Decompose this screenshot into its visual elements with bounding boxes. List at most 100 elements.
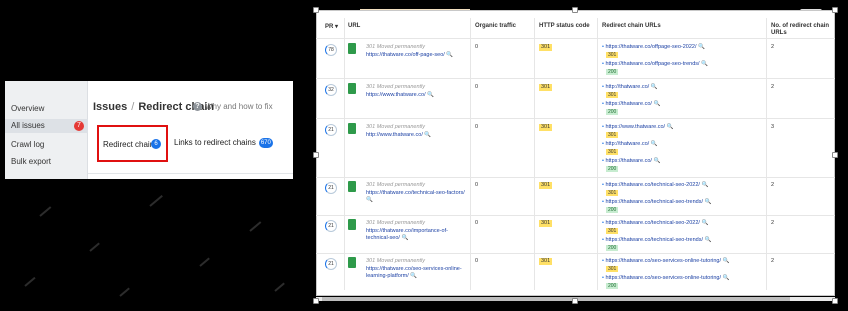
chain-url-link[interactable]: • http://thatware.co/ 🔍 bbox=[602, 141, 658, 147]
chain-url-link[interactable]: • https://thatware.co/seo-services-onlin… bbox=[602, 275, 729, 281]
resize-handle-bottom[interactable] bbox=[572, 298, 578, 304]
chain-status-badge: 200 bbox=[606, 109, 619, 115]
page-url-link[interactable]: https://www.thatware.co/ 🔍 bbox=[366, 92, 470, 99]
status-text: 301 Moved permanently bbox=[366, 182, 426, 188]
chain-status-badge: 301 bbox=[606, 228, 619, 234]
column-header-organic-traffic[interactable]: Organic traffic bbox=[475, 23, 516, 29]
search-icon[interactable]: 🔍 bbox=[366, 197, 373, 203]
organic-traffic-value: 0 bbox=[475, 258, 479, 264]
tab-links-to-redirect-chains[interactable]: Links to redirect chains 670 bbox=[174, 138, 273, 148]
chain-url-link[interactable]: • https://thatware.co/ 🔍 bbox=[602, 158, 660, 164]
page-url-link[interactable]: https://thatware.co/importance-of-techni… bbox=[366, 228, 470, 242]
bullet: • bbox=[602, 220, 604, 226]
search-icon[interactable]: 🔍 bbox=[401, 235, 408, 241]
search-icon[interactable]: 🔍 bbox=[653, 101, 660, 107]
search-icon[interactable]: 🔍 bbox=[705, 199, 712, 205]
chain-url-link[interactable]: • https://thatware.co/technical-seo-tren… bbox=[602, 237, 711, 243]
help-icon[interactable]: ? bbox=[193, 102, 202, 111]
organic-traffic-value: 0 bbox=[475, 182, 479, 188]
chain-url-link[interactable]: • https://thatware.co/seo-services-onlin… bbox=[602, 258, 729, 264]
chain-url-link[interactable]: • http://thatware.co/ 🔍 bbox=[602, 84, 658, 90]
row-divider bbox=[316, 253, 835, 254]
search-icon[interactable]: 🔍 bbox=[723, 258, 730, 264]
chain-url-text: https://thatware.co/technical-seo-2022/ bbox=[605, 220, 700, 226]
chain-url-link[interactable]: • https://thatware.co/offpage-seo-trends… bbox=[602, 61, 708, 67]
page-url-text: https://thatware.co/off-page-seo/ bbox=[366, 52, 445, 58]
column-header-redirect-chain-urls[interactable]: Redirect chain URLs bbox=[602, 23, 661, 29]
chain-url-link[interactable]: • https://thatware.co/technical-seo-2022… bbox=[602, 182, 708, 188]
page-rating-gauge: 21 bbox=[325, 124, 337, 136]
scrollbar-thumb[interactable] bbox=[322, 297, 790, 301]
page-url-link[interactable]: http://www.thatware.co/ 🔍 bbox=[366, 132, 470, 139]
tab-count-badge: 6 bbox=[151, 139, 161, 149]
sidebar-item-crawl-log[interactable]: Crawl log bbox=[11, 140, 44, 149]
search-icon[interactable]: 🔍 bbox=[701, 182, 708, 188]
why-and-how-to-fix-link[interactable]: Why and how to fix bbox=[205, 102, 273, 111]
resize-handle-top-left[interactable] bbox=[313, 7, 319, 13]
search-icon[interactable]: 🔍 bbox=[698, 44, 705, 50]
issue-main: Issues / Redirect chain ? Why and how to f… bbox=[88, 81, 293, 179]
bullet: • bbox=[602, 258, 604, 264]
search-icon[interactable]: 🔍 bbox=[410, 273, 417, 279]
background-decoration bbox=[274, 282, 285, 292]
organic-traffic-value: 0 bbox=[475, 124, 479, 130]
chain-status-badge: 200 bbox=[606, 207, 619, 213]
chain-url-text: https://thatware.co/offpage-seo-trends/ bbox=[605, 61, 700, 67]
resize-handle-bottom-right[interactable] bbox=[832, 298, 838, 304]
tab-redirect-chains[interactable]: Redirect chains 6 bbox=[97, 125, 168, 162]
search-icon[interactable]: 🔍 bbox=[705, 237, 712, 243]
chain-url-link[interactable]: • https://thatware.co/technical-seo-tren… bbox=[602, 199, 711, 205]
search-icon[interactable]: 🔍 bbox=[424, 132, 431, 138]
search-icon[interactable]: 🔍 bbox=[667, 124, 674, 130]
resize-handle-left[interactable] bbox=[313, 152, 319, 158]
chain-url-text: http://thatware.co/ bbox=[605, 141, 650, 147]
column-header-http-status[interactable]: HTTP status code bbox=[539, 23, 590, 29]
chain-url-text: https://thatware.co/seo-services-online-… bbox=[605, 275, 722, 281]
sidebar-item-bulk-export[interactable]: Bulk export bbox=[11, 157, 51, 166]
breadcrumb-separator: / bbox=[131, 101, 135, 113]
column-header-pr[interactable]: PR ▾ bbox=[325, 23, 338, 30]
column-header-url[interactable]: URL bbox=[348, 23, 360, 29]
status-text: 301 Moved permanently bbox=[366, 220, 426, 226]
resize-handle-right[interactable] bbox=[832, 152, 838, 158]
search-icon[interactable]: 🔍 bbox=[651, 141, 658, 147]
chain-url-text: https://thatware.co/ bbox=[605, 101, 652, 107]
chain-url-link[interactable]: • https://thatware.co/technical-seo-2022… bbox=[602, 220, 708, 226]
search-icon[interactable]: 🔍 bbox=[651, 84, 658, 90]
redirect-count-value: 3 bbox=[771, 124, 775, 130]
chain-url-link[interactable]: • https://thatware.co/ 🔍 bbox=[602, 101, 660, 107]
search-icon[interactable]: 🔍 bbox=[723, 275, 730, 281]
column-header-label: PR bbox=[325, 24, 334, 30]
column-divider bbox=[470, 18, 471, 290]
resize-handle-top[interactable] bbox=[572, 7, 578, 13]
search-icon[interactable]: 🔍 bbox=[701, 220, 708, 226]
search-icon[interactable]: 🔍 bbox=[427, 92, 434, 98]
sidebar-item-all-issues[interactable]: All issues 7 bbox=[5, 119, 88, 133]
resize-handle-bottom-left[interactable] bbox=[313, 298, 319, 304]
page-url-link[interactable]: https://thatware.co/technical-seo-factor… bbox=[366, 190, 470, 204]
chain-url-text: https://www.thatware.co/ bbox=[605, 124, 666, 130]
page-url-link[interactable]: https://thatware.co/off-page-seo/ 🔍 bbox=[366, 52, 470, 59]
search-icon[interactable]: 🔍 bbox=[446, 52, 453, 58]
background-decoration bbox=[199, 257, 210, 267]
chain-url-link[interactable]: • https://www.thatware.co/ 🔍 bbox=[602, 124, 673, 130]
page-rating-gauge: 21 bbox=[325, 258, 337, 270]
background-decoration bbox=[24, 276, 36, 287]
page-url-text: https://www.thatware.co/ bbox=[366, 92, 426, 98]
sort-desc-icon: ▾ bbox=[335, 24, 339, 30]
page-url-link[interactable]: https://thatware.co/seo-services-online-… bbox=[366, 266, 470, 280]
column-header-redirect-count[interactable]: No. of redirect chain URLs bbox=[771, 23, 833, 37]
chain-url-text: https://thatware.co/seo-services-online-… bbox=[605, 258, 722, 264]
chain-url-link[interactable]: • https://thatware.co/offpage-seo-2022/ … bbox=[602, 44, 705, 50]
breadcrumb-issues-link[interactable]: Issues bbox=[93, 101, 127, 113]
redirect-count-value: 2 bbox=[771, 258, 775, 264]
search-icon[interactable]: 🔍 bbox=[653, 158, 660, 164]
page-rating-gauge: 21 bbox=[325, 220, 337, 232]
status-text: 301 Moved permanently bbox=[366, 124, 426, 130]
header-divider bbox=[316, 38, 835, 39]
sidebar-item-overview[interactable]: Overview bbox=[11, 104, 44, 113]
row-divider bbox=[316, 177, 835, 178]
resize-handle-top-right[interactable] bbox=[832, 7, 838, 13]
bullet: • bbox=[602, 237, 604, 243]
search-icon[interactable]: 🔍 bbox=[701, 61, 708, 67]
